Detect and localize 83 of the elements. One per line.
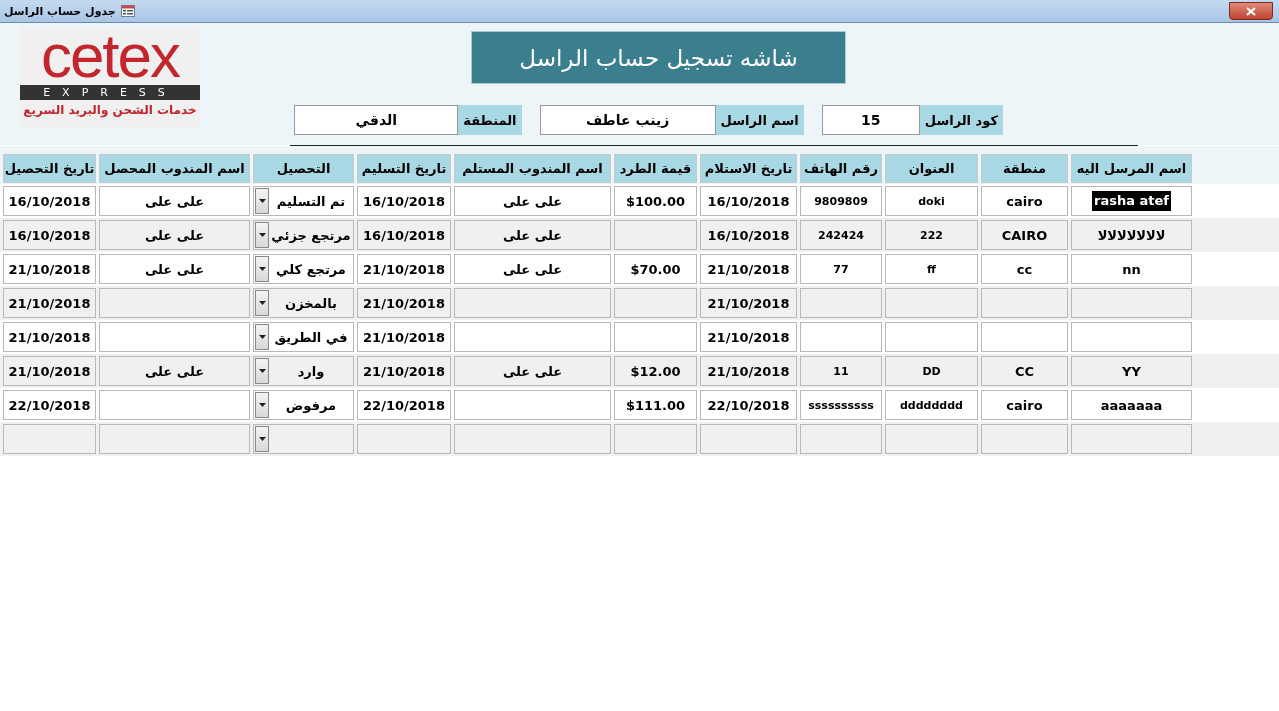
table-cell: 11: [800, 356, 882, 386]
close-icon: [1246, 6, 1256, 16]
column-header: تاريخ التسليم: [357, 154, 451, 183]
dropdown-field[interactable]: مرتجع جزئي: [253, 220, 354, 250]
table-cell: 21/10/2018: [3, 322, 96, 352]
table-cell: 16/10/2018: [3, 186, 96, 216]
input-field[interactable]: 15: [821, 105, 920, 135]
column-header: التحصيل: [253, 154, 354, 183]
table-cell: 21/10/2018: [700, 322, 797, 352]
table-cell: 9809809: [800, 186, 882, 216]
dropdown-field[interactable]: في الطريق: [253, 322, 354, 352]
table-cell: لالالالالالالا: [1071, 220, 1192, 250]
table-cell: على على: [454, 186, 611, 216]
table-cell: 21/10/2018: [3, 254, 96, 284]
table-cell: $12.00: [614, 356, 697, 386]
table-cell: 242424: [800, 220, 882, 250]
table-cell: 21/10/2018: [357, 322, 451, 352]
table-cell: rasha atef: [1071, 186, 1192, 216]
column-header: تاريخ التحصيل: [3, 154, 96, 183]
table-cell: على على: [454, 220, 611, 250]
dropdown-field[interactable]: تم التسليم: [253, 186, 354, 216]
table-cell: CAIRO: [981, 220, 1068, 250]
table-cell: 21/10/2018: [3, 288, 96, 318]
table-cell: ff: [885, 254, 978, 284]
table-cell: nn: [1071, 254, 1192, 284]
table-cell: على على: [99, 186, 250, 216]
input-field[interactable]: زينب عاطف: [539, 105, 716, 135]
table-cell: cc: [981, 254, 1068, 284]
dropdown-field[interactable]: وارد: [253, 356, 354, 386]
table-cell: 16/10/2018: [357, 220, 451, 250]
table-cell: 16/10/2018: [700, 186, 797, 216]
table-cell: 21/10/2018: [700, 288, 797, 318]
table-cell: 16/10/2018: [3, 220, 96, 250]
table-cell: على على: [99, 254, 250, 284]
table-cell: 21/10/2018: [357, 288, 451, 318]
table-cell: YY: [1071, 356, 1192, 386]
table-cell: ssssssssss: [800, 390, 882, 420]
table-cell: doki: [885, 186, 978, 216]
column-header: العنوان: [885, 154, 978, 183]
table-cell: 21/10/2018: [3, 356, 96, 386]
field-label: اسم الراسل: [715, 105, 804, 135]
dropdown-field[interactable]: مرفوض: [253, 390, 354, 420]
table-cell: cairo: [981, 390, 1068, 420]
column-header: قيمة الطرد: [614, 154, 697, 183]
field-label: المنطقة: [458, 105, 522, 135]
table-cell: 21/10/2018: [700, 254, 797, 284]
table-cell: CC: [981, 356, 1068, 386]
table-cell: $111.00: [614, 390, 697, 420]
table-cell: 16/10/2018: [357, 186, 451, 216]
table-cell: $70.00: [614, 254, 697, 284]
table-cell: aaaaaaa: [1071, 390, 1192, 420]
window-title: جدول حساب الراسل: [4, 4, 116, 18]
form-icon: [120, 5, 135, 17]
table-cell: dddddddd: [885, 390, 978, 420]
dropdown-field[interactable]: مرتجع كلي: [253, 254, 354, 284]
table-cell: 21/10/2018: [357, 356, 451, 386]
table-cell: 21/10/2018: [700, 356, 797, 386]
table-cell: cairo: [981, 186, 1068, 216]
table-cell: على على: [454, 356, 611, 386]
table-cell: على على: [99, 356, 250, 386]
column-header: اسم المرسل اليه: [1071, 154, 1192, 183]
table-cell: 22/10/2018: [700, 390, 797, 420]
column-header: اسم المندوب المستلم: [454, 154, 611, 183]
dropdown-field[interactable]: بالمخزن: [253, 288, 354, 318]
table-cell: 16/10/2018: [700, 220, 797, 250]
table-cell: على على: [99, 220, 250, 250]
table-cell: 77: [800, 254, 882, 284]
column-header: منطقة: [981, 154, 1068, 183]
table-cell: على على: [454, 254, 611, 284]
field-label: كود الراسل: [919, 105, 1003, 135]
table-cell: 21/10/2018: [357, 254, 451, 284]
form-title: شاشه تسجيل حساب الراسل: [471, 31, 846, 84]
table-cell: DD: [885, 356, 978, 386]
input-field[interactable]: الدقي: [294, 105, 459, 135]
table-cell: 22/10/2018: [357, 390, 451, 420]
column-header: تاريخ الاستلام: [700, 154, 797, 183]
dropdown-field[interactable]: [253, 424, 354, 454]
column-header: رقم الهاتف: [800, 154, 882, 183]
table-cell: 222: [885, 220, 978, 250]
table-cell: $100.00: [614, 186, 697, 216]
column-header: اسم المندوب المحصل: [99, 154, 250, 183]
close-button[interactable]: [1229, 2, 1273, 20]
table-cell: 22/10/2018: [3, 390, 96, 420]
